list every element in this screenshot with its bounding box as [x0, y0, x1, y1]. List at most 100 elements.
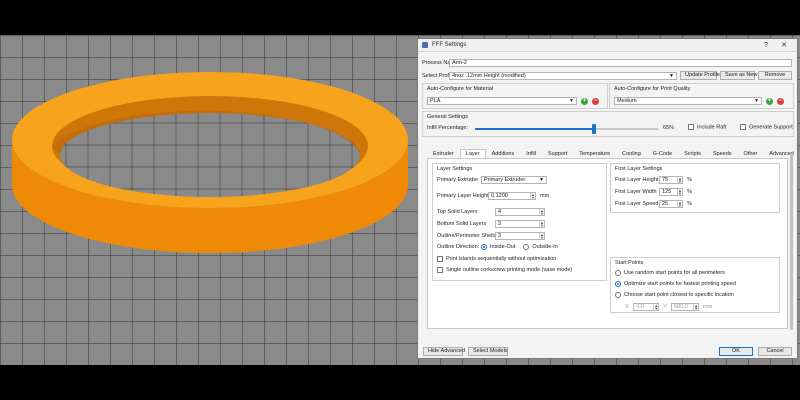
spinner-arrows-icon[interactable]: ▲ ▼ [677, 189, 682, 196]
first-layer-speed-label: First Layer Speed [615, 201, 659, 207]
first-layer-height-row: First Layer Height 75 ▲ ▼ % [615, 176, 692, 184]
vertical-scrollbar[interactable] [790, 153, 793, 330]
optimize-start-option[interactable]: Optimize start points for fastest printi… [615, 281, 736, 287]
bottom-solid-input[interactable]: 3 ▲ ▼ [495, 220, 545, 228]
generate-support-label: Generate Support [749, 124, 793, 131]
single-outline-checkbox[interactable] [437, 267, 443, 273]
process-name-input[interactable]: Arm-2 [449, 59, 792, 67]
infill-slider-thumb[interactable] [591, 124, 596, 134]
generate-support-checkbox[interactable] [740, 124, 746, 130]
spinner-arrows-icon[interactable]: ▲ ▼ [539, 221, 544, 228]
tab-support[interactable]: Support [542, 149, 573, 158]
outline-direction-row: Outline Direction: Inside-Out Outside-In [437, 244, 558, 250]
spinner-arrows-icon[interactable]: ▲ ▼ [677, 201, 682, 208]
select-models-button[interactable]: Select Models [468, 347, 508, 356]
primary-layer-height-input[interactable]: 0.1200 ▲ ▼ [488, 192, 536, 200]
ok-button[interactable]: OK [719, 347, 753, 356]
include-raft-checkbox[interactable] [688, 124, 694, 130]
random-start-option[interactable]: Use random start points for all perimete… [615, 270, 725, 276]
tab-advanced[interactable]: Advanced [763, 149, 799, 158]
remove-quality-icon[interactable]: − [777, 97, 784, 105]
primary-extruder-label: Primary Extruder [437, 177, 479, 183]
closest-start-label: Choose start point closest to specific l… [624, 292, 734, 298]
first-layer-speed-value: 25 [662, 201, 669, 207]
first-layer-speed-input[interactable]: 25 ▲ ▼ [659, 200, 683, 208]
outline-shells-input[interactable]: 3 ▲ ▼ [495, 232, 545, 240]
tab-other[interactable]: Other [738, 149, 764, 158]
start-points-group: Start Points Use random start points for… [610, 257, 780, 313]
material-value: PLA [430, 98, 441, 104]
dialog-title: FFF Settings [432, 42, 467, 48]
x-label: X: [625, 304, 631, 310]
hide-advanced-button[interactable]: Hide Advanced [423, 347, 465, 356]
add-quality-icon[interactable]: + [766, 97, 773, 105]
update-profile-button[interactable]: Update Profile [680, 71, 720, 80]
layer-settings-group: Layer Settings Primary Extruder Primary … [432, 163, 607, 281]
spinner-arrows-icon[interactable]: ▲ ▼ [530, 193, 535, 200]
material-group-title: Auto-Configure for Material [427, 86, 494, 92]
include-raft-option[interactable]: Include Raft [688, 124, 726, 130]
add-material-icon[interactable]: + [581, 97, 588, 105]
material-row: PLA ▼ + − [427, 97, 599, 105]
remove-material-icon[interactable]: − [592, 97, 599, 105]
infill-slider[interactable] [475, 124, 658, 134]
spinner-arrows-icon[interactable]: ▲ ▼ [539, 209, 544, 216]
y-input[interactable]: 500.0 ▲ ▼ [671, 303, 700, 311]
process-name-label: Process Name: [422, 60, 460, 66]
closest-start-option[interactable]: Choose start point closest to specific l… [615, 292, 734, 298]
primary-layer-height-label: Primary Layer Height [437, 193, 489, 199]
tab-speeds[interactable]: Speeds [707, 149, 738, 158]
first-layer-group: First Layer Settings First Layer Height … [610, 163, 780, 213]
select-profile-dropdown[interactable]: 4noz .12mm Height (modified) ▼ [449, 71, 677, 80]
tab-g-code[interactable]: G-Code [647, 149, 678, 158]
save-as-new-button[interactable]: Save as New [720, 71, 757, 80]
cancel-button[interactable]: Cancel [758, 347, 792, 356]
remove-button[interactable]: Remove [758, 71, 792, 80]
quality-group-title: Auto-Configure for Print Quality [614, 86, 691, 92]
first-layer-speed-unit: % [687, 201, 692, 207]
infill-label: Infill Percentage: [427, 125, 468, 131]
first-layer-width-input[interactable]: 125 ▲ ▼ [659, 188, 683, 196]
bottom-solid-value: 3 [498, 221, 502, 227]
generate-support-option[interactable]: Generate Support [740, 124, 793, 130]
tab-layer[interactable]: Layer [459, 149, 486, 158]
top-solid-value: 4 [498, 209, 502, 215]
closest-start-radio[interactable] [615, 292, 621, 298]
outside-in-radio[interactable] [523, 244, 530, 250]
tab-cooling[interactable]: Cooling [616, 149, 647, 158]
spinner-arrows-icon[interactable]: ▲ ▼ [539, 233, 544, 240]
process-name-row: Process Name: Arm-2 [422, 59, 794, 67]
chevron-down-icon: ▼ [569, 98, 574, 104]
tab-scripts[interactable]: Scripts [678, 149, 707, 158]
print-islands-option[interactable]: Print islands sequentially without optim… [437, 256, 556, 262]
outline-shells-value: 3 [498, 233, 502, 239]
layer-tab-panel: Layer Settings Primary Extruder Primary … [427, 158, 788, 329]
first-layer-title: First Layer Settings [615, 166, 663, 172]
settings-tabs: Extruder Layer Additions Infill Support Tempe… [427, 149, 800, 158]
x-input[interactable]: 0.0 ▲ ▼ [633, 303, 660, 311]
print-islands-checkbox[interactable] [437, 256, 443, 262]
quality-dropdown[interactable]: Medium ▼ [614, 97, 762, 105]
inside-out-radio[interactable] [481, 244, 487, 250]
random-start-radio[interactable] [615, 270, 621, 276]
help-icon[interactable]: ? [757, 42, 775, 49]
spinner-arrows-icon[interactable]: ▲ ▼ [677, 177, 682, 184]
close-icon[interactable]: ✕ [775, 41, 793, 49]
primary-layer-height-unit: mm [540, 193, 550, 199]
outside-in-label: Outside-In [532, 244, 558, 250]
optimize-start-radio[interactable] [615, 281, 621, 287]
spinner-arrows-icon[interactable]: ▲ ▼ [693, 304, 698, 311]
tab-additions[interactable]: Additions [486, 149, 521, 158]
tab-temperature[interactable]: Temperature [573, 149, 616, 158]
app-icon [422, 42, 428, 48]
material-dropdown[interactable]: PLA ▼ [427, 97, 577, 105]
tab-extruder[interactable]: Extruder [427, 149, 460, 158]
single-outline-option[interactable]: Single outline corkscrew printing mode (… [437, 267, 572, 273]
first-layer-height-input[interactable]: 75 ▲ ▼ [659, 176, 683, 184]
primary-extruder-dropdown[interactable]: Primary Extruder ▼ [481, 176, 547, 184]
top-solid-input[interactable]: 4 ▲ ▼ [495, 208, 545, 216]
first-layer-height-value: 75 [662, 177, 669, 183]
spinner-arrows-icon[interactable]: ▲ ▼ [653, 304, 658, 311]
tab-infill[interactable]: Infill [520, 149, 542, 158]
layer-settings-title: Layer Settings [437, 166, 473, 172]
